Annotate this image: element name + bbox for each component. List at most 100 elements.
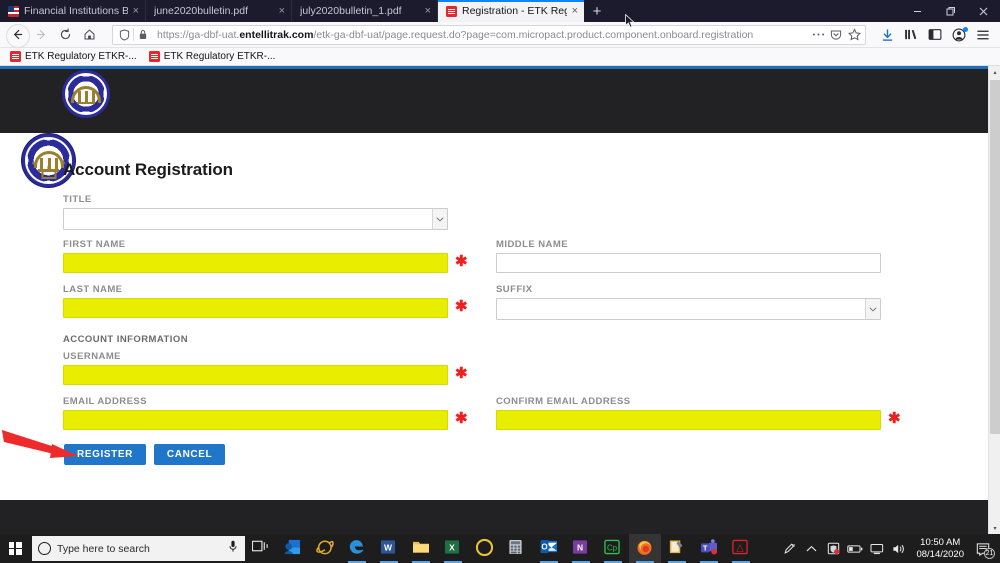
form-row-title: TITLE bbox=[63, 194, 883, 239]
microsoft-onenote-icon[interactable]: N bbox=[565, 534, 597, 563]
bookmark-item-etk-regulatory-1[interactable]: ETK Regulatory ETKR-... bbox=[4, 49, 143, 65]
form-actions: REGISTER CANCEL bbox=[64, 444, 225, 465]
cortana-circle-icon bbox=[38, 542, 51, 555]
last-name-input[interactable] bbox=[63, 298, 448, 318]
bookmark-item-etk-regulatory-2[interactable]: ETK Regulatory ETKR-... bbox=[143, 49, 282, 65]
app-menu-hamburger-icon[interactable] bbox=[972, 24, 994, 46]
save-to-pocket-icon[interactable] bbox=[827, 26, 845, 44]
required-marker: ✱ bbox=[455, 254, 468, 270]
field-title: TITLE bbox=[63, 194, 463, 230]
suffix-select[interactable] bbox=[496, 298, 881, 320]
security-shield-icon[interactable] bbox=[822, 534, 844, 563]
svg-text:X: X bbox=[449, 542, 455, 552]
chevron-down-icon[interactable] bbox=[865, 299, 880, 319]
username-input[interactable] bbox=[63, 365, 448, 385]
svg-text:T: T bbox=[703, 543, 708, 552]
taskbar-clock[interactable]: 10:50 AM 08/14/2020 bbox=[910, 537, 970, 561]
chevron-down-icon[interactable] bbox=[432, 209, 447, 229]
svg-text:O: O bbox=[541, 543, 547, 552]
section-header-account-information: ACCOUNT INFORMATION bbox=[63, 329, 463, 347]
adobe-acrobat-icon[interactable]: △ bbox=[725, 534, 757, 563]
window-controls bbox=[901, 0, 1000, 22]
title-select[interactable] bbox=[63, 208, 448, 230]
microsoft-excel-icon[interactable]: X bbox=[437, 534, 469, 563]
mozilla-firefox-icon[interactable] bbox=[629, 534, 661, 563]
register-button[interactable]: REGISTER bbox=[64, 444, 146, 465]
sidebar-icon[interactable] bbox=[924, 24, 946, 46]
field-label: EMAIL ADDRESS bbox=[63, 396, 463, 407]
close-icon[interactable]: × bbox=[572, 6, 578, 17]
tab-title: Registration - ETK Regulatory bbox=[462, 5, 567, 17]
field-confirm-email-address: CONFIRM EMAIL ADDRESS ✱ bbox=[496, 396, 896, 430]
downloads-icon[interactable] bbox=[876, 24, 898, 46]
checkmark-app-icon[interactable] bbox=[469, 534, 501, 563]
tab-financial-institutions-bulletin[interactable]: Financial Institutions Bulletin (2 × bbox=[0, 0, 146, 22]
microsoft-outlook-icon[interactable]: O bbox=[533, 534, 565, 563]
close-icon[interactable]: × bbox=[425, 6, 431, 17]
title-select-wrap[interactable] bbox=[63, 208, 448, 230]
reload-icon[interactable] bbox=[54, 24, 76, 46]
clock-time: 10:50 AM bbox=[916, 537, 964, 549]
action-center-icon[interactable]: 21 bbox=[970, 534, 996, 563]
email-address-input[interactable] bbox=[63, 410, 448, 430]
microsoft-teams-icon[interactable]: T bbox=[693, 534, 725, 563]
close-icon[interactable]: × bbox=[279, 6, 285, 17]
bookmarks-toolbar: ETK Regulatory ETKR-... ETK Regulatory E… bbox=[0, 48, 1000, 66]
back-arrow-icon[interactable] bbox=[6, 24, 28, 46]
field-label: TITLE bbox=[63, 194, 463, 205]
adobe-captivate-icon[interactable]: Cp bbox=[597, 534, 629, 563]
tab-june2020bulletin-pdf[interactable]: june2020bulletin.pdf × bbox=[146, 0, 292, 22]
required-marker: ✱ bbox=[455, 299, 468, 315]
scrollbar-thumb[interactable] bbox=[990, 80, 1000, 434]
scroll-down-arrow-icon[interactable]: ▾ bbox=[989, 522, 1000, 534]
volume-icon[interactable] bbox=[888, 534, 910, 563]
site-header bbox=[0, 69, 988, 133]
cancel-button[interactable]: CANCEL bbox=[154, 444, 225, 465]
close-icon[interactable] bbox=[967, 0, 1000, 22]
snipping-tool-icon[interactable] bbox=[661, 534, 693, 563]
browser-navigation-bar: https://ga-dbf-uat.entellitrak.com/etk-g… bbox=[0, 22, 1000, 48]
svg-text:R: R bbox=[793, 543, 796, 548]
page-vertical-scrollbar[interactable]: ▴ ▾ bbox=[988, 66, 1000, 534]
scroll-up-arrow-icon[interactable]: ▴ bbox=[989, 66, 1000, 78]
toolbar-right-icons bbox=[876, 24, 994, 46]
footer-seal-icon bbox=[62, 70, 110, 118]
account-avatar-icon[interactable] bbox=[948, 24, 970, 46]
file-explorer-icon[interactable] bbox=[405, 534, 437, 563]
network-icon[interactable] bbox=[866, 534, 888, 563]
tab-july2020bulletin-1-pdf[interactable]: july2020bulletin_1.pdf × bbox=[292, 0, 438, 22]
svg-text:Cp: Cp bbox=[607, 543, 618, 552]
people-icon[interactable] bbox=[277, 534, 309, 563]
microsoft-edge-icon[interactable] bbox=[341, 534, 373, 563]
middle-name-input[interactable] bbox=[496, 253, 881, 273]
minimize-icon[interactable] bbox=[901, 0, 934, 22]
first-name-input[interactable] bbox=[63, 253, 448, 273]
windows-start-icon[interactable] bbox=[0, 534, 30, 563]
tab-registration-etk-regulatory[interactable]: Registration - ETK Regulatory × bbox=[438, 0, 584, 22]
confirm-email-address-input[interactable] bbox=[496, 410, 881, 430]
tracking-protection-shield-icon[interactable] bbox=[115, 26, 133, 44]
url-bar[interactable]: https://ga-dbf-uat.entellitrak.com/etk-g… bbox=[112, 25, 866, 45]
close-icon[interactable]: × bbox=[133, 6, 139, 17]
microsoft-word-icon[interactable]: W bbox=[373, 534, 405, 563]
battery-icon[interactable] bbox=[844, 534, 866, 563]
form-row-first-middle-name: FIRST NAME ✱ MIDDLE NAME bbox=[63, 239, 883, 284]
page-actions-ellipsis-icon[interactable] bbox=[809, 26, 827, 44]
new-tab-button[interactable]: + bbox=[584, 0, 610, 22]
field-label: LAST NAME bbox=[63, 284, 463, 295]
suffix-select-wrap[interactable] bbox=[496, 298, 881, 320]
padlock-icon[interactable] bbox=[134, 26, 152, 44]
library-icon[interactable] bbox=[900, 24, 922, 46]
search-input[interactable]: Type here to search bbox=[32, 536, 245, 561]
search-placeholder: Type here to search bbox=[57, 543, 223, 555]
microphone-icon[interactable] bbox=[229, 540, 239, 558]
pen-workspace-icon[interactable]: R bbox=[778, 534, 800, 563]
home-icon[interactable] bbox=[78, 24, 100, 46]
show-hidden-icons-chevron-icon[interactable] bbox=[800, 534, 822, 563]
calculator-icon[interactable] bbox=[501, 534, 533, 563]
bookmark-star-icon[interactable] bbox=[845, 26, 863, 44]
task-view-icon[interactable] bbox=[245, 534, 277, 563]
tab-title: Financial Institutions Bulletin (2 bbox=[24, 5, 128, 17]
restore-icon[interactable] bbox=[934, 0, 967, 22]
internet-explorer-icon[interactable] bbox=[309, 534, 341, 563]
